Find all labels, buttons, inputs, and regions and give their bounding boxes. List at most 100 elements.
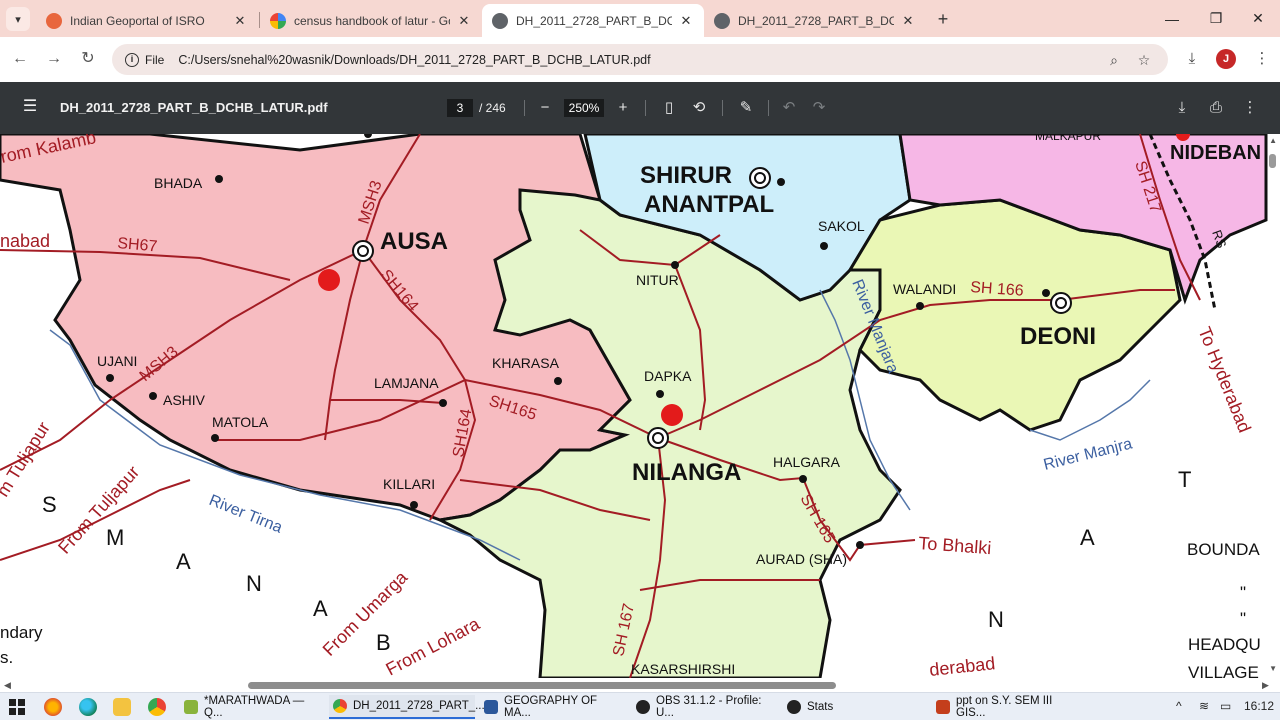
close-icon[interactable]: ✕ xyxy=(456,13,472,29)
vertical-scrollbar-thumb[interactable] xyxy=(1269,154,1276,168)
tab-search-button[interactable]: ▾ xyxy=(6,7,30,31)
downloads-button[interactable]: ⤓ xyxy=(1180,47,1204,71)
village-label: DAPKA xyxy=(644,368,692,384)
download-icon: ⤓ xyxy=(1178,99,1186,116)
address-bar[interactable]: i File C:/Users/snehal%20wasnik/Download… xyxy=(112,44,1168,75)
chrome-favicon-icon xyxy=(492,12,508,29)
back-button[interactable]: ← xyxy=(8,47,32,71)
taskbar-app-label: Stats xyxy=(807,701,834,713)
print-icon: ⎙ xyxy=(1209,99,1222,116)
taskbar-app-obs[interactable]: OBS 31.1.2 - Profile: U... xyxy=(632,695,778,719)
horizontal-scrollbar-thumb[interactable] xyxy=(248,682,836,689)
window-close-button[interactable]: ✕ xyxy=(1236,0,1280,37)
taskbar-app-qgis[interactable]: *MARATHWADA — Q... xyxy=(180,695,326,719)
chevron-up-icon[interactable]: ^ xyxy=(1176,699,1182,713)
file-explorer-icon[interactable] xyxy=(113,698,131,716)
taskbar-app-chrome-pdf[interactable]: DH_2011_2728_PART_... xyxy=(329,695,485,719)
zoom-icon[interactable]: ⌕ xyxy=(1104,50,1124,70)
close-icon[interactable]: ✕ xyxy=(232,13,248,29)
village-label: KILLARI xyxy=(383,476,435,492)
windows-logo-icon xyxy=(18,708,25,715)
direction-label: derabad xyxy=(928,653,996,678)
restore-button[interactable]: ❐ xyxy=(1194,0,1238,37)
region-letter: A xyxy=(313,596,328,621)
firefox-icon[interactable] xyxy=(44,698,62,716)
browser-toolbar: ← → ↻ i File C:/Users/snehal%20wasnik/Do… xyxy=(0,37,1280,82)
divider xyxy=(768,100,769,116)
close-icon[interactable]: ✕ xyxy=(900,13,916,29)
minimize-button[interactable]: — xyxy=(1150,0,1194,37)
print-button[interactable]: ⎙ xyxy=(1205,97,1227,119)
edge-icon[interactable] xyxy=(79,698,97,716)
powerpoint-icon xyxy=(936,700,950,714)
plus-icon: + xyxy=(937,9,949,29)
rotate-button[interactable]: ⟲ xyxy=(688,97,710,119)
redo-button[interactable]: ↷ xyxy=(808,97,830,119)
chrome-icon[interactable] xyxy=(148,698,166,716)
village-label: AURAD (SHA) xyxy=(756,551,847,567)
profile-avatar[interactable]: J xyxy=(1216,49,1236,69)
taskbar-app-label: *MARATHWADA — Q... xyxy=(204,695,305,719)
chrome-menu-button[interactable]: ⋮ xyxy=(1250,47,1274,71)
undo-button[interactable]: ↶ xyxy=(778,97,800,119)
town-label-anantpal: ANANTPAL xyxy=(644,191,774,218)
page-number-input[interactable]: 3 xyxy=(447,99,473,117)
redo-icon: ↷ xyxy=(812,99,826,116)
divider xyxy=(524,100,525,116)
url-text[interactable]: C:/Users/snehal%20wasnik/Downloads/DH_20… xyxy=(178,53,650,67)
chevron-down-icon: ▾ xyxy=(15,13,21,26)
fit-page-button[interactable]: ▯ xyxy=(658,97,680,119)
tab-pdf-2[interactable]: DH_2011_2728_PART_B_DCHB_L ✕ xyxy=(704,4,926,37)
forward-button[interactable]: → xyxy=(42,47,66,71)
village-label: SAKOL xyxy=(818,218,865,234)
scroll-right-arrow-icon[interactable]: ▶ xyxy=(1262,680,1269,691)
district-map: AUSA SHIRUR ANANTPAL NIDEBAN DEONI NILAN… xyxy=(0,134,1268,678)
close-icon[interactable]: ✕ xyxy=(678,13,694,29)
reload-button[interactable]: ↻ xyxy=(76,47,100,71)
taskbar-app-stats[interactable]: Stats xyxy=(783,695,929,719)
site-info-chip[interactable]: i File xyxy=(117,48,172,71)
menu-icon: ☰ xyxy=(22,98,38,115)
sidebar-menu-button[interactable]: ☰ xyxy=(20,97,40,117)
tab-pdf-active[interactable]: DH_2011_2728_PART_B_DCHB_L ✕ xyxy=(482,4,704,37)
taskbar-app-label: DH_2011_2728_PART_... xyxy=(353,700,485,712)
region-letter: N xyxy=(246,571,262,596)
zoom-out-button[interactable]: − xyxy=(534,97,556,119)
pdf-download-button[interactable]: ⤓ xyxy=(1171,97,1193,119)
taskbar-clock[interactable]: 16:12 xyxy=(1244,699,1274,713)
battery-icon[interactable]: ▭ xyxy=(1220,699,1231,713)
region-letter: N xyxy=(988,607,1004,632)
wifi-icon[interactable]: ≋ xyxy=(1199,699,1209,713)
direction-label: m Tuljapur xyxy=(0,418,54,500)
village-label: BHADA xyxy=(154,175,203,191)
taskbar-app-label: GEOGRAPHY OF MA... xyxy=(504,695,598,719)
zoom-in-button[interactable]: + xyxy=(612,97,634,119)
more-vert-icon: ⋮ xyxy=(1242,99,1258,116)
pdf-filename: DH_2011_2728_PART_B_DCHB_LATUR.pdf xyxy=(60,100,328,115)
annotate-button[interactable]: ✎ xyxy=(735,97,757,119)
scroll-up-arrow-icon[interactable]: ▲ xyxy=(1269,136,1277,145)
star-icon[interactable]: ☆ xyxy=(1134,50,1154,70)
pdf-viewer[interactable]: AUSA SHIRUR ANANTPAL NIDEBAN DEONI NILAN… xyxy=(0,134,1280,678)
town-label-ausa: AUSA xyxy=(380,228,448,255)
village-label: MALKAPUR xyxy=(1035,134,1101,143)
tab-census-search[interactable]: census handbook of latur - Goo ✕ xyxy=(260,4,482,37)
new-tab-button[interactable]: + xyxy=(932,8,954,30)
windows-start-button[interactable] xyxy=(9,699,25,715)
scroll-left-arrow-icon[interactable]: ◀ xyxy=(4,680,11,691)
pdf-more-button[interactable]: ⋮ xyxy=(1239,97,1261,119)
fit-page-icon: ▯ xyxy=(664,99,674,116)
tab-isro[interactable]: Indian Geoportal of ISRO ✕ xyxy=(36,4,258,37)
direction-label: To Hyderabad xyxy=(1194,324,1255,435)
zoom-input[interactable]: 250% xyxy=(564,99,604,117)
taskbar-app-powerpoint[interactable]: ppt on S.Y. SEM III GIS... xyxy=(932,695,1082,719)
info-icon: i xyxy=(125,52,139,67)
scroll-down-arrow-icon[interactable]: ▼ xyxy=(1269,664,1277,673)
town-label-nidebar: NIDEBAN xyxy=(1170,142,1261,164)
taskbar-app-word[interactable]: GEOGRAPHY OF MA... xyxy=(480,695,626,719)
minimize-icon: — xyxy=(1165,10,1179,27)
legend-village: VILLAGE xyxy=(1188,663,1259,678)
region-letter: M xyxy=(106,525,124,550)
legend-boundary: BOUNDA xyxy=(1187,540,1260,559)
tab-title: DH_2011_2728_PART_B_DCHB_L xyxy=(516,13,672,28)
